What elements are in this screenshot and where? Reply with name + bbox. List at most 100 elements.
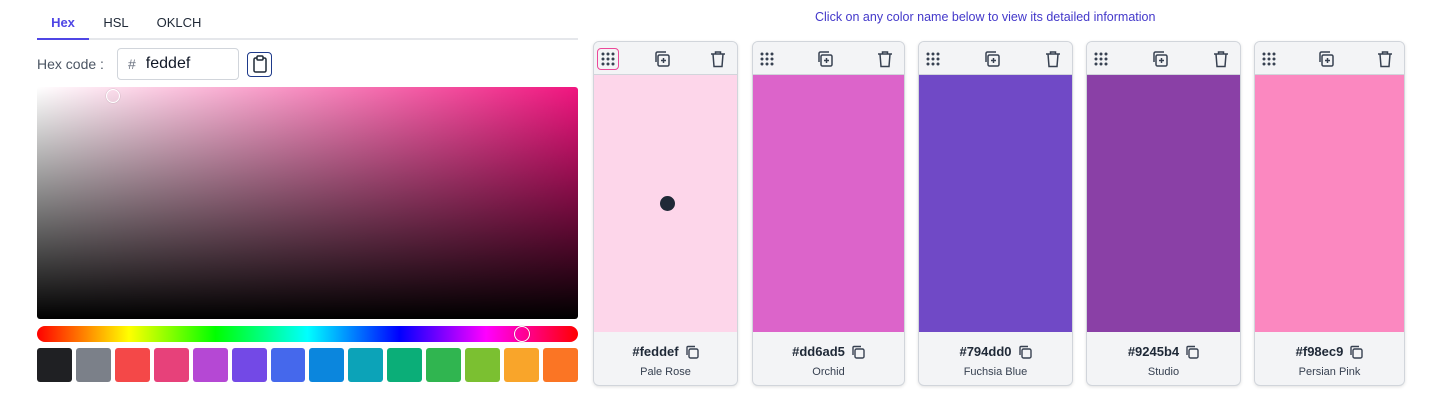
- card-toolbar: [1087, 42, 1240, 75]
- card-footer: #9245b4 Studio: [1087, 332, 1240, 385]
- color-name[interactable]: Persian Pink: [1255, 366, 1404, 378]
- tab-oklch[interactable]: OKLCH: [143, 8, 215, 40]
- color-name[interactable]: Studio: [1087, 366, 1240, 378]
- hex-code-row: Hex code : #: [37, 48, 578, 80]
- preset-swatch[interactable]: [387, 348, 423, 382]
- preset-swatch[interactable]: [348, 348, 384, 382]
- duplicate-button[interactable]: [651, 48, 673, 70]
- tab-hex[interactable]: Hex: [37, 8, 89, 40]
- drag-handle-button[interactable]: [922, 48, 944, 70]
- preset-swatch[interactable]: [542, 348, 578, 382]
- preset-swatch[interactable]: [465, 348, 501, 382]
- color-swatch[interactable]: [594, 75, 737, 332]
- preset-swatches: [37, 348, 578, 382]
- color-card: #9245b4 Studio: [1086, 41, 1241, 386]
- preset-swatch[interactable]: [37, 348, 72, 382]
- color-name[interactable]: Pale Rose: [594, 366, 737, 378]
- card-toolbar: [1255, 42, 1404, 75]
- drag-handle-icon: [1262, 52, 1276, 66]
- trash-icon: [878, 51, 892, 68]
- card-toolbar: [753, 42, 904, 75]
- delete-button[interactable]: [1042, 48, 1064, 70]
- tab-hsl[interactable]: HSL: [89, 8, 143, 40]
- color-hex: #f98ec9: [1295, 344, 1344, 359]
- card-toolbar: [919, 42, 1072, 75]
- preset-swatch[interactable]: [192, 348, 228, 382]
- palette-hint: Click on any color name below to view it…: [815, 10, 1156, 24]
- trash-icon: [711, 51, 725, 68]
- drag-handle-icon: [760, 52, 774, 66]
- drag-handle-button[interactable]: [1090, 48, 1112, 70]
- duplicate-icon: [985, 51, 1000, 67]
- color-hex: #9245b4: [1127, 344, 1180, 359]
- preset-swatch[interactable]: [426, 348, 462, 382]
- delete-button[interactable]: [1374, 48, 1396, 70]
- hex-prefix: #: [128, 56, 136, 72]
- drag-handle-icon: [1094, 52, 1108, 66]
- card-footer: #794dd0 Fuchsia Blue: [919, 332, 1072, 385]
- trash-icon: [1214, 51, 1228, 68]
- duplicate-icon: [655, 51, 670, 67]
- preset-swatch[interactable]: [231, 348, 267, 382]
- preset-swatch[interactable]: [309, 348, 345, 382]
- clipboard-icon: [252, 55, 267, 73]
- drag-handle-button[interactable]: [597, 48, 619, 70]
- duplicate-button[interactable]: [1149, 48, 1171, 70]
- copy-hex-button[interactable]: [1185, 345, 1199, 359]
- color-hex: #feddef: [632, 344, 679, 359]
- color-name[interactable]: Fuchsia Blue: [919, 366, 1072, 378]
- delete-button[interactable]: [874, 48, 896, 70]
- hue-slider[interactable]: [37, 326, 578, 342]
- preset-swatch[interactable]: [75, 348, 111, 382]
- drag-handle-button[interactable]: [1258, 48, 1280, 70]
- copy-hex-button[interactable]: [1349, 345, 1364, 359]
- card-toolbar: [594, 42, 737, 75]
- drag-handle-icon: [601, 52, 615, 66]
- color-card: #f98ec9 Persian Pink: [1254, 41, 1405, 386]
- saturation-value-area[interactable]: [37, 87, 578, 319]
- color-swatch[interactable]: [919, 75, 1072, 332]
- preset-swatch[interactable]: [270, 348, 306, 382]
- copy-hex-button[interactable]: [1018, 345, 1032, 359]
- drag-handle-icon: [926, 52, 940, 66]
- color-hex: #dd6ad5: [792, 344, 845, 359]
- duplicate-button[interactable]: [1315, 48, 1337, 70]
- trash-icon: [1378, 51, 1392, 68]
- paste-button[interactable]: [247, 51, 272, 77]
- copy-icon: [1018, 345, 1032, 359]
- delete-button[interactable]: [707, 48, 729, 70]
- card-footer: #f98ec9 Persian Pink: [1255, 332, 1404, 385]
- hex-code-input[interactable]: [145, 55, 226, 73]
- hex-code-label: Hex code :: [37, 56, 104, 72]
- color-name[interactable]: Orchid: [753, 366, 904, 378]
- color-swatch[interactable]: [753, 75, 904, 332]
- copy-hex-button[interactable]: [685, 345, 699, 359]
- duplicate-icon: [1153, 51, 1168, 67]
- saturation-handle[interactable]: [106, 89, 120, 103]
- color-swatch[interactable]: [1087, 75, 1240, 332]
- preset-swatch[interactable]: [114, 348, 150, 382]
- delete-button[interactable]: [1210, 48, 1232, 70]
- card-footer: #feddef Pale Rose: [594, 332, 737, 385]
- trash-icon: [1046, 51, 1060, 68]
- color-picker-panel: Hex HSL OKLCH Hex code : #: [37, 0, 578, 415]
- color-card: #dd6ad5 Orchid: [752, 41, 905, 386]
- duplicate-icon: [818, 51, 833, 67]
- copy-icon: [1350, 345, 1364, 359]
- copy-hex-button[interactable]: [851, 345, 865, 359]
- copy-icon: [685, 345, 699, 359]
- format-tabs: Hex HSL OKLCH: [37, 8, 578, 40]
- color-hex: #794dd0: [959, 344, 1012, 359]
- copy-icon: [852, 345, 865, 359]
- preset-swatch[interactable]: [153, 348, 189, 382]
- hex-code-field[interactable]: #: [117, 48, 239, 80]
- duplicate-button[interactable]: [814, 48, 836, 70]
- hue-handle[interactable]: [514, 326, 530, 342]
- card-footer: #dd6ad5 Orchid: [753, 332, 904, 385]
- duplicate-button[interactable]: [981, 48, 1003, 70]
- preset-swatch[interactable]: [504, 348, 539, 382]
- drag-handle-button[interactable]: [756, 48, 778, 70]
- color-swatch[interactable]: [1255, 75, 1404, 332]
- copy-icon: [1186, 345, 1199, 359]
- color-card: #794dd0 Fuchsia Blue: [918, 41, 1073, 386]
